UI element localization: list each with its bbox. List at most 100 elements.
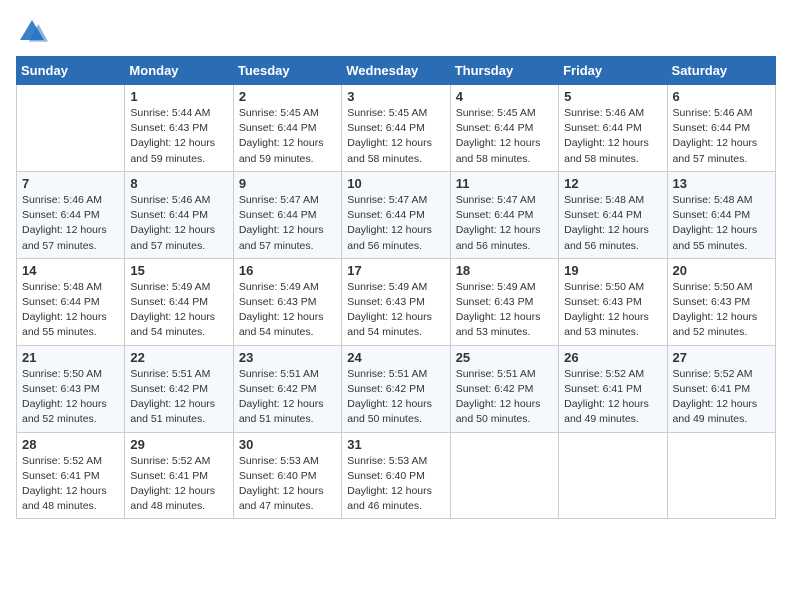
calendar-cell: 6 Sunrise: 5:46 AMSunset: 6:44 PMDaylight… [667,85,775,172]
day-info: Sunrise: 5:48 AMSunset: 6:44 PMDaylight:… [564,193,661,254]
calendar-cell: 11 Sunrise: 5:47 AMSunset: 6:44 PMDayligh… [450,171,558,258]
weekday-header-sunday: Sunday [17,57,125,85]
day-info: Sunrise: 5:52 AMSunset: 6:41 PMDaylight:… [673,367,770,428]
day-info: Sunrise: 5:50 AMSunset: 6:43 PMDaylight:… [673,280,770,341]
day-info: Sunrise: 5:44 AMSunset: 6:43 PMDaylight:… [130,106,227,167]
day-info: Sunrise: 5:50 AMSunset: 6:43 PMDaylight:… [564,280,661,341]
calendar-cell: 5Sunrise: 5:46 AMSunset: 6:44 PMDaylight… [559,85,667,172]
day-info: Sunrise: 5:46 AMSunset: 6:44 PMDaylight:… [130,193,227,254]
calendar-cell: 24Sunrise: 5:51 AMSunset: 6:42 PMDayligh… [342,345,450,432]
day-number: 8 [130,176,227,191]
calendar-cell: 14 Sunrise: 5:48 AMSunset: 6:44 PMDayligh… [17,258,125,345]
day-number: 15 [130,263,227,278]
day-info: Sunrise: 5:46 AMSunset: 6:44 PMDaylight:… [22,193,119,254]
day-info: Sunrise: 5:47 AMSunset: 6:44 PMDaylight:… [347,193,444,254]
day-info: Sunrise: 5:48 AMSunset: 6:44 PMDaylight:… [673,193,770,254]
logo [16,16,52,48]
calendar-cell: 18 Sunrise: 5:49 AMSunset: 6:43 PMDayligh… [450,258,558,345]
day-info: Sunrise: 5:46 AMSunset: 6:44 PMDaylight:… [673,106,770,167]
day-info: Sunrise: 5:51 AMSunset: 6:42 PMDaylight:… [456,367,553,428]
day-number: 13 [673,176,770,191]
logo-icon [16,16,48,48]
day-info: Sunrise: 5:45 AMSunset: 6:44 PMDaylight:… [239,106,336,167]
weekday-header-wednesday: Wednesday [342,57,450,85]
calendar-table: SundayMondayTuesdayWednesdayThursdayFrid… [16,56,776,519]
calendar-cell: 3Sunrise: 5:45 AMSunset: 6:44 PMDaylight… [342,85,450,172]
calendar-cell: 1 Sunrise: 5:44 AMSunset: 6:43 PMDaylight… [125,85,233,172]
day-number: 1 [130,89,227,104]
calendar-cell [17,85,125,172]
day-info: Sunrise: 5:49 AMSunset: 6:44 PMDaylight:… [130,280,227,341]
day-info: Sunrise: 5:48 AMSunset: 6:44 PMDaylight:… [22,280,119,341]
calendar-cell: 9Sunrise: 5:47 AMSunset: 6:44 PMDaylight… [233,171,341,258]
day-number: 6 [673,89,770,104]
calendar-cell: 22 Sunrise: 5:51 AMSunset: 6:42 PMDayligh… [125,345,233,432]
day-info: Sunrise: 5:53 AMSunset: 6:40 PMDaylight:… [239,454,336,515]
weekday-header-saturday: Saturday [667,57,775,85]
day-info: Sunrise: 5:50 AMSunset: 6:43 PMDaylight:… [22,367,119,428]
day-info: Sunrise: 5:52 AMSunset: 6:41 PMDaylight:… [22,454,119,515]
calendar-cell: 25 Sunrise: 5:51 AMSunset: 6:42 PMDayligh… [450,345,558,432]
calendar-cell: 10 Sunrise: 5:47 AMSunset: 6:44 PMDayligh… [342,171,450,258]
calendar-cell: 31 Sunrise: 5:53 AMSunset: 6:40 PMDayligh… [342,432,450,519]
calendar-cell: 7 Sunrise: 5:46 AMSunset: 6:44 PMDaylight… [17,171,125,258]
calendar-cell: 15 Sunrise: 5:49 AMSunset: 6:44 PMDayligh… [125,258,233,345]
weekday-header-thursday: Thursday [450,57,558,85]
day-number: 7 [22,176,119,191]
week-row-2: 7 Sunrise: 5:46 AMSunset: 6:44 PMDaylight… [17,171,776,258]
calendar-cell: 28 Sunrise: 5:52 AMSunset: 6:41 PMDayligh… [17,432,125,519]
calendar-cell: 12 Sunrise: 5:48 AMSunset: 6:44 PMDayligh… [559,171,667,258]
calendar-cell: 2 Sunrise: 5:45 AMSunset: 6:44 PMDaylight… [233,85,341,172]
week-row-4: 21 Sunrise: 5:50 AMSunset: 6:43 PMDayligh… [17,345,776,432]
weekday-header-row: SundayMondayTuesdayWednesdayThursdayFrid… [17,57,776,85]
day-number: 10 [347,176,444,191]
day-number: 17 [347,263,444,278]
calendar-cell: 23 Sunrise: 5:51 AMSunset: 6:42 PMDayligh… [233,345,341,432]
calendar-cell: 4Sunrise: 5:45 AMSunset: 6:44 PMDaylight… [450,85,558,172]
page-header [16,16,776,48]
day-number: 5 [564,89,661,104]
day-info: Sunrise: 5:49 AMSunset: 6:43 PMDaylight:… [456,280,553,341]
day-info: Sunrise: 5:47 AMSunset: 6:44 PMDaylight:… [456,193,553,254]
day-number: 2 [239,89,336,104]
day-number: 3 [347,89,444,104]
calendar-cell: 21 Sunrise: 5:50 AMSunset: 6:43 PMDayligh… [17,345,125,432]
day-number: 25 [456,350,553,365]
day-info: Sunrise: 5:49 AMSunset: 6:43 PMDaylight:… [347,280,444,341]
day-number: 31 [347,437,444,452]
day-number: 12 [564,176,661,191]
day-info: Sunrise: 5:51 AMSunset: 6:42 PMDaylight:… [130,367,227,428]
day-number: 29 [130,437,227,452]
day-info: Sunrise: 5:53 AMSunset: 6:40 PMDaylight:… [347,454,444,515]
calendar-cell: 20 Sunrise: 5:50 AMSunset: 6:43 PMDayligh… [667,258,775,345]
day-number: 14 [22,263,119,278]
calendar-cell [559,432,667,519]
day-number: 11 [456,176,553,191]
calendar-cell: 29Sunrise: 5:52 AMSunset: 6:41 PMDayligh… [125,432,233,519]
day-number: 30 [239,437,336,452]
calendar-cell: 27Sunrise: 5:52 AMSunset: 6:41 PMDayligh… [667,345,775,432]
week-row-5: 28 Sunrise: 5:52 AMSunset: 6:41 PMDayligh… [17,432,776,519]
day-info: Sunrise: 5:51 AMSunset: 6:42 PMDaylight:… [239,367,336,428]
calendar-cell [667,432,775,519]
day-number: 22 [130,350,227,365]
day-number: 20 [673,263,770,278]
calendar-cell: 30 Sunrise: 5:53 AMSunset: 6:40 PMDayligh… [233,432,341,519]
day-number: 23 [239,350,336,365]
calendar-cell: 8 Sunrise: 5:46 AMSunset: 6:44 PMDaylight… [125,171,233,258]
day-number: 28 [22,437,119,452]
day-number: 24 [347,350,444,365]
weekday-header-tuesday: Tuesday [233,57,341,85]
day-info: Sunrise: 5:47 AMSunset: 6:44 PMDaylight:… [239,193,336,254]
day-number: 18 [456,263,553,278]
day-info: Sunrise: 5:52 AMSunset: 6:41 PMDaylight:… [564,367,661,428]
day-info: Sunrise: 5:49 AMSunset: 6:43 PMDaylight:… [239,280,336,341]
calendar-cell: 16Sunrise: 5:49 AMSunset: 6:43 PMDayligh… [233,258,341,345]
calendar-cell: 19Sunrise: 5:50 AMSunset: 6:43 PMDayligh… [559,258,667,345]
calendar-cell [450,432,558,519]
weekday-header-friday: Friday [559,57,667,85]
day-info: Sunrise: 5:45 AMSunset: 6:44 PMDaylight:… [456,106,553,167]
calendar-cell: 26Sunrise: 5:52 AMSunset: 6:41 PMDayligh… [559,345,667,432]
day-number: 21 [22,350,119,365]
week-row-3: 14 Sunrise: 5:48 AMSunset: 6:44 PMDayligh… [17,258,776,345]
